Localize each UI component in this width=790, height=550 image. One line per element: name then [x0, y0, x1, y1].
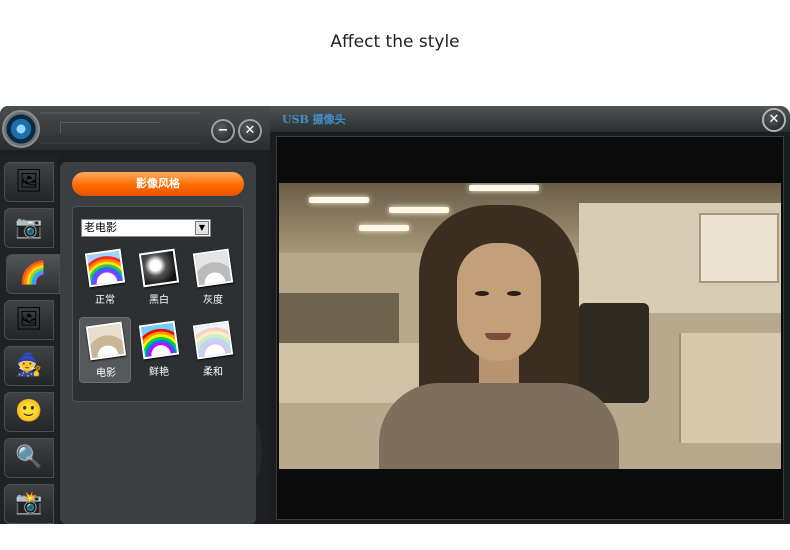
- person-face: [457, 243, 541, 361]
- tab-frame[interactable]: 🖼: [4, 300, 54, 340]
- style-dropdown[interactable]: 老电影 ▼: [81, 219, 211, 237]
- chevron-down-icon[interactable]: ▼: [195, 221, 209, 235]
- image-icon: 🖼: [15, 169, 43, 194]
- wizard-hat-icon: 🧙: [15, 353, 43, 378]
- film-thumbnail-icon: [85, 321, 127, 361]
- grayscale-thumbnail-icon: [192, 248, 234, 288]
- scene-window: [699, 213, 779, 283]
- soft-thumbnail-icon: [192, 320, 234, 360]
- ceiling-light: [359, 225, 409, 231]
- rainbow-icon: 🌈: [19, 261, 47, 286]
- frame-icon: 🖼: [15, 307, 43, 332]
- tab-rail: 🖼 📷 🌈 🖼 🧙 🙂 🔍 📸: [0, 156, 60, 524]
- circuit-decoration: [40, 112, 200, 144]
- camera-preview-image: [279, 183, 781, 469]
- tab-search[interactable]: 🔍: [4, 438, 54, 478]
- vivid-thumbnail-icon: [138, 320, 180, 360]
- camera-eye-logo-icon: [2, 110, 40, 148]
- ceiling-light: [469, 185, 539, 191]
- face-icon: 🙂: [15, 399, 43, 424]
- effect-normal[interactable]: 正常: [79, 245, 131, 311]
- control-panel-titlebar: − ✕: [0, 106, 270, 150]
- style-panel: 影像风格 老电影 ▼ 正常 黑白 灰度 电影 鲜艳 柔和: [60, 162, 256, 524]
- style-dropdown-value: 老电影: [84, 221, 117, 234]
- effect-film[interactable]: 电影: [79, 317, 131, 383]
- snapshot-icon: 📸: [15, 491, 43, 516]
- effect-label: 柔和: [203, 367, 223, 378]
- control-panel: − ✕ 🖼 📷 🌈 🖼 🧙 🙂 🔍 📸 影像风格 老电影 ▼ 正常 黑白 灰度 …: [0, 106, 270, 524]
- effect-label: 黑白: [149, 295, 169, 306]
- effect-label: 鲜艳: [149, 367, 169, 378]
- effect-label: 正常: [95, 295, 115, 306]
- person-mouth: [485, 333, 511, 340]
- tab-image[interactable]: 🖼: [4, 162, 54, 202]
- ceiling-light: [389, 207, 449, 213]
- person-shirt: [379, 383, 619, 469]
- effect-soft[interactable]: 柔和: [187, 317, 239, 383]
- effect-label: 电影: [96, 368, 116, 379]
- scene-cabinet: [679, 333, 781, 443]
- tab-capture[interactable]: 📸: [4, 484, 54, 524]
- minimize-button[interactable]: −: [211, 119, 235, 143]
- tab-magic[interactable]: 🧙: [4, 346, 54, 386]
- effect-vivid[interactable]: 鲜艳: [133, 317, 185, 383]
- video-frame: [276, 136, 784, 520]
- effects-box: 老电影 ▼ 正常 黑白 灰度 电影 鲜艳 柔和: [72, 206, 244, 402]
- ceiling-light: [309, 197, 369, 203]
- close-button[interactable]: ✕: [238, 119, 262, 143]
- effect-label: 灰度: [203, 295, 223, 306]
- close-video-button[interactable]: ✕: [762, 108, 786, 132]
- tab-face[interactable]: 🙂: [4, 392, 54, 432]
- person-eye: [475, 291, 489, 296]
- tab-camera[interactable]: 📷: [4, 208, 54, 248]
- camera-icon: 📷: [15, 215, 43, 240]
- rainbow-thumbnail-icon: [84, 248, 126, 288]
- video-window-title: USB 摄像头: [282, 113, 346, 126]
- person-eye: [507, 291, 521, 296]
- magnifier-icon: 🔍: [15, 445, 43, 470]
- black-white-thumbnail-icon: [138, 248, 180, 288]
- scene-chair: [579, 303, 649, 403]
- effect-black-white[interactable]: 黑白: [133, 245, 185, 311]
- video-titlebar: USB 摄像头 ✕: [270, 106, 790, 132]
- style-panel-header: 影像风格: [72, 172, 244, 196]
- page-caption: Affect the style: [330, 32, 460, 52]
- tab-style[interactable]: 🌈: [6, 254, 60, 294]
- video-window: USB 摄像头 ✕: [270, 106, 790, 524]
- effect-grayscale[interactable]: 灰度: [187, 245, 239, 311]
